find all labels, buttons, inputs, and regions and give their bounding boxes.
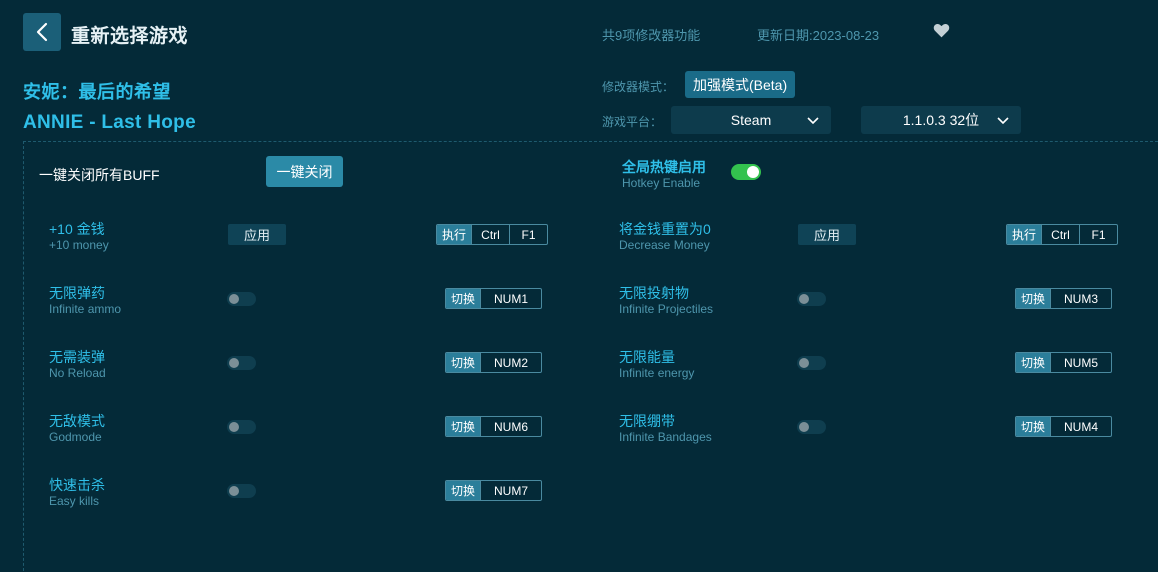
hotkey-group: 执行 Ctrl F1 (1006, 224, 1119, 245)
option-label: 无需装弹 (49, 349, 105, 365)
hotkey-group: 切换 NUM6 (445, 416, 543, 437)
hotkey-key: NUM7 (480, 481, 541, 500)
hotkey-action-button[interactable]: 切换 (446, 289, 481, 308)
apply-button[interactable]: 应用 (228, 224, 286, 245)
option-toggle[interactable] (227, 356, 256, 370)
back-button[interactable] (23, 13, 61, 51)
platform-select[interactable]: Steam (671, 106, 831, 134)
heart-icon (933, 23, 950, 38)
option-toggle[interactable] (227, 292, 256, 306)
hotkey-group: 切换 NUM5 (1015, 352, 1113, 373)
option-label: +10 金钱 (49, 221, 105, 237)
apply-button[interactable]: 应用 (798, 224, 856, 245)
hotkey-key: F1 (509, 225, 547, 244)
hotkey-action-button[interactable]: 切换 (446, 417, 481, 436)
mode-label: 修改器模式： (602, 80, 675, 94)
option-sublabel: Easy kills (49, 494, 100, 508)
chevron-down-icon (807, 117, 819, 125)
option-sublabel: +10 money (49, 238, 109, 252)
option-sublabel: Infinite Bandages (619, 430, 712, 444)
hotkey-key: F1 (1079, 225, 1117, 244)
hotkey-group: 切换 NUM1 (445, 288, 543, 309)
option-toggle[interactable] (797, 356, 826, 370)
hotkey-enable-toggle[interactable] (731, 164, 761, 180)
option-sublabel: Decrease Money (619, 238, 710, 252)
hotkey-key: Ctrl (471, 225, 509, 244)
option-sublabel: Godmode (49, 430, 102, 444)
game-name-en: ANNIE - Last Hope (23, 112, 196, 133)
option-label: 无限能量 (619, 349, 675, 365)
game-name-cn: 安妮：最后的希望 (23, 82, 171, 102)
kill-all-button[interactable]: 一键关闭 (266, 156, 343, 187)
hotkey-group: 切换 NUM3 (1015, 288, 1113, 309)
hotkey-action-button[interactable]: 执行 (437, 225, 472, 244)
option-label: 无限投射物 (619, 285, 689, 301)
platform-label: 游戏平台： (602, 115, 663, 129)
hotkey-action-button[interactable]: 切换 (1016, 289, 1051, 308)
hotkey-action-button[interactable]: 切换 (1016, 417, 1051, 436)
option-label: 将金钱重置为0 (619, 221, 711, 237)
hotkey-key: NUM6 (480, 417, 541, 436)
hotkey-action-button[interactable]: 切换 (446, 481, 481, 500)
option-toggle[interactable] (797, 292, 826, 306)
hotkey-key: NUM3 (1050, 289, 1111, 308)
hotkey-key: NUM2 (480, 353, 541, 372)
option-sublabel: No Reload (49, 366, 106, 380)
option-label: 无限绷带 (619, 413, 675, 429)
hotkey-group: 切换 NUM7 (445, 480, 543, 501)
hotkey-enable-label: 全局热键启用 (622, 159, 706, 175)
hotkey-key: NUM5 (1050, 353, 1111, 372)
favorite-button[interactable] (933, 23, 950, 43)
platform-value: Steam (730, 112, 772, 128)
feature-count: 共9项修改器功能 (602, 28, 701, 43)
chevron-down-icon (997, 117, 1009, 125)
version-value: 1.1.0.3 32位 (902, 112, 980, 128)
option-label: 快速击杀 (49, 477, 105, 493)
option-sublabel: Infinite Projectiles (619, 302, 714, 316)
hotkey-group: 切换 NUM2 (445, 352, 543, 373)
option-toggle[interactable] (797, 420, 826, 434)
chevron-left-icon (36, 22, 48, 42)
update-date: 更新日期:2023-08-23 (757, 28, 880, 43)
mode-value: 加强模式(Beta) (693, 76, 788, 93)
hotkey-group: 切换 NUM4 (1015, 416, 1113, 437)
hotkey-group: 执行 Ctrl F1 (436, 224, 549, 245)
version-select[interactable]: 1.1.0.3 32位 (861, 106, 1021, 134)
page-title: 重新选择游戏 (71, 26, 189, 47)
hotkey-action-button[interactable]: 执行 (1007, 225, 1042, 244)
hotkey-enable-sublabel: Hotkey Enable (622, 176, 701, 190)
hotkey-key: Ctrl (1041, 225, 1079, 244)
hotkey-key: NUM4 (1050, 417, 1111, 436)
hotkey-action-button[interactable]: 切换 (446, 353, 481, 372)
hotkey-action-button[interactable]: 切换 (1016, 353, 1051, 372)
option-label: 无限弹药 (49, 285, 105, 301)
option-toggle[interactable] (227, 484, 256, 498)
options-panel (23, 141, 1158, 572)
option-label: 无敌模式 (49, 413, 105, 429)
mode-selector[interactable]: 加强模式(Beta) (685, 71, 796, 98)
option-toggle[interactable] (227, 420, 256, 434)
option-sublabel: Infinite energy (619, 366, 695, 380)
option-sublabel: Infinite ammo (49, 302, 122, 316)
kill-all-label: 一键关闭所有BUFF (39, 167, 160, 183)
hotkey-key: NUM1 (480, 289, 541, 308)
